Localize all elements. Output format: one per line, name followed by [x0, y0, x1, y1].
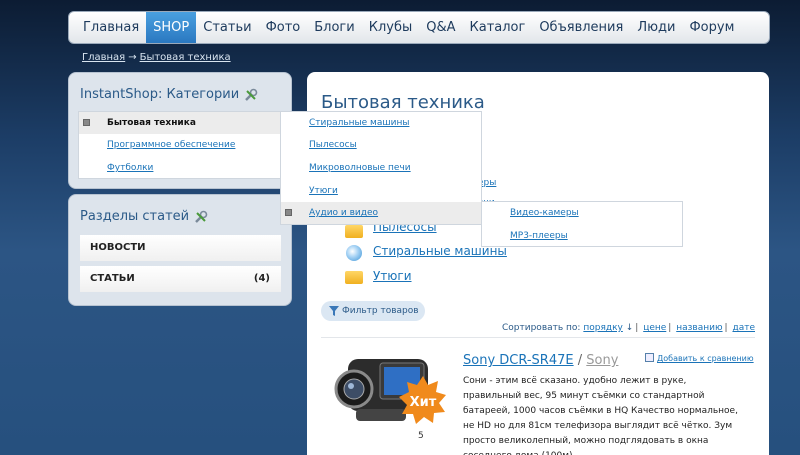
sections-panel-header: Разделы статей — [69, 195, 291, 224]
nav-item-ads[interactable]: Объявления — [532, 12, 630, 43]
sort-bar: Сортировать по: порядку ↓ | цене | названи… — [502, 323, 755, 333]
submenu-item-irons[interactable]: Утюги — [309, 180, 338, 202]
nav-item-articles[interactable]: Статьи — [196, 12, 258, 43]
sections-panel-title: Разделы статей — [80, 209, 190, 224]
breadcrumb-arrow: → — [128, 52, 137, 63]
sort-option-order[interactable]: порядку — [583, 323, 623, 333]
menu-bullet-icon — [285, 209, 292, 216]
filter-icon — [329, 306, 339, 316]
subcategory-link-irons[interactable]: Утюги — [373, 269, 412, 283]
sort-label: Сортировать по: — [502, 323, 581, 333]
tools-icon[interactable] — [194, 210, 208, 224]
sort-option-price[interactable]: цене — [643, 323, 666, 333]
sort-option-name[interactable]: названию — [676, 323, 722, 333]
category-item-tshirts[interactable]: Футболки — [107, 157, 153, 179]
categories-menu: Бытовая техника Программное обеспечение … — [78, 111, 281, 179]
sort-option-date[interactable]: дате — [732, 323, 755, 333]
submenu-item-video-cameras[interactable]: Видео-камеры — [510, 202, 579, 224]
tools-icon[interactable] — [244, 88, 258, 102]
top-navigation: Главная SHOP Статьи Фото Блоги Клубы Q&A… — [68, 11, 770, 44]
article-sections-panel: Разделы статей НОВОСТИ СТАТЬИ (4) — [68, 194, 292, 306]
nav-item-forum[interactable]: Форум — [682, 12, 741, 43]
folder-icon — [345, 225, 363, 238]
nav-item-clubs[interactable]: Клубы — [362, 12, 420, 43]
section-item-label: СТАТЬИ — [90, 273, 135, 284]
folder-icon — [345, 271, 363, 284]
submenu-item-audio-video[interactable]: Аудио и видео — [309, 202, 378, 224]
hit-badge: Хит — [399, 376, 446, 424]
breadcrumb-home-link[interactable]: Главная — [82, 52, 125, 63]
compare-control: Добавить к сравнению — [645, 353, 754, 363]
nav-item-blogs[interactable]: Блоги — [307, 12, 361, 43]
nav-item-qa[interactable]: Q&A — [419, 12, 462, 43]
breadcrumb: Главная → Бытовая техника — [82, 52, 231, 63]
submenu-item-vacuums[interactable]: Пылесосы — [309, 134, 357, 156]
submenu-item-washers[interactable]: Стиральные машины — [309, 112, 409, 134]
submenu-item-mp3-players[interactable]: MP3-плееры — [510, 225, 568, 247]
section-item-news[interactable]: НОВОСТИ — [80, 235, 281, 261]
product-description: Сони - этим всё сказано. удобно лежит в … — [463, 376, 738, 455]
compare-icon[interactable] — [645, 353, 654, 362]
categories-panel-title: InstantShop: Категории — [80, 87, 240, 102]
section-item-label: НОВОСТИ — [90, 242, 146, 253]
section-item-articles[interactable]: СТАТЬИ (4) — [80, 266, 281, 292]
category-item-software[interactable]: Программное обеспечение — [107, 134, 235, 156]
add-to-compare-link[interactable]: Добавить к сравнению — [657, 354, 754, 363]
product-rating: 5 — [418, 431, 424, 441]
submenu-item-microwaves[interactable]: Микроволновые печи — [309, 157, 411, 179]
filter-button-label: Фильтр товаров — [342, 306, 419, 316]
disc-icon — [346, 245, 362, 261]
product-title: Sony DCR-SR47E / Sony — [463, 353, 618, 368]
page-title: Бытовая техника — [321, 92, 485, 113]
audio-video-submenu: Видео-камеры MP3-плееры — [481, 201, 683, 247]
filter-button[interactable]: Фильтр товаров — [321, 301, 425, 321]
nav-item-photo[interactable]: Фото — [259, 12, 308, 43]
category-item-appliances[interactable]: Бытовая техника — [107, 112, 196, 134]
section-item-count: (4) — [253, 273, 270, 284]
breadcrumb-current-link[interactable]: Бытовая техника — [140, 52, 231, 63]
sort-direction-arrow[interactable]: ↓ — [626, 323, 634, 333]
appliances-submenu: Стиральные машины Пылесосы Микроволновые… — [280, 111, 482, 225]
nav-item-people[interactable]: Люди — [630, 12, 682, 43]
nav-item-catalog[interactable]: Каталог — [463, 12, 533, 43]
divider — [321, 337, 755, 338]
product-name-link[interactable]: Sony DCR-SR47E — [463, 353, 574, 368]
product-title-separator: / — [577, 353, 583, 368]
categories-panel-header: InstantShop: Категории — [69, 73, 291, 102]
product-brand-link[interactable]: Sony — [586, 353, 618, 368]
nav-item-home[interactable]: Главная — [76, 12, 146, 43]
menu-bullet-icon — [83, 119, 90, 126]
hit-badge-text: Хит — [410, 395, 437, 410]
nav-item-shop[interactable]: SHOP — [146, 12, 197, 43]
